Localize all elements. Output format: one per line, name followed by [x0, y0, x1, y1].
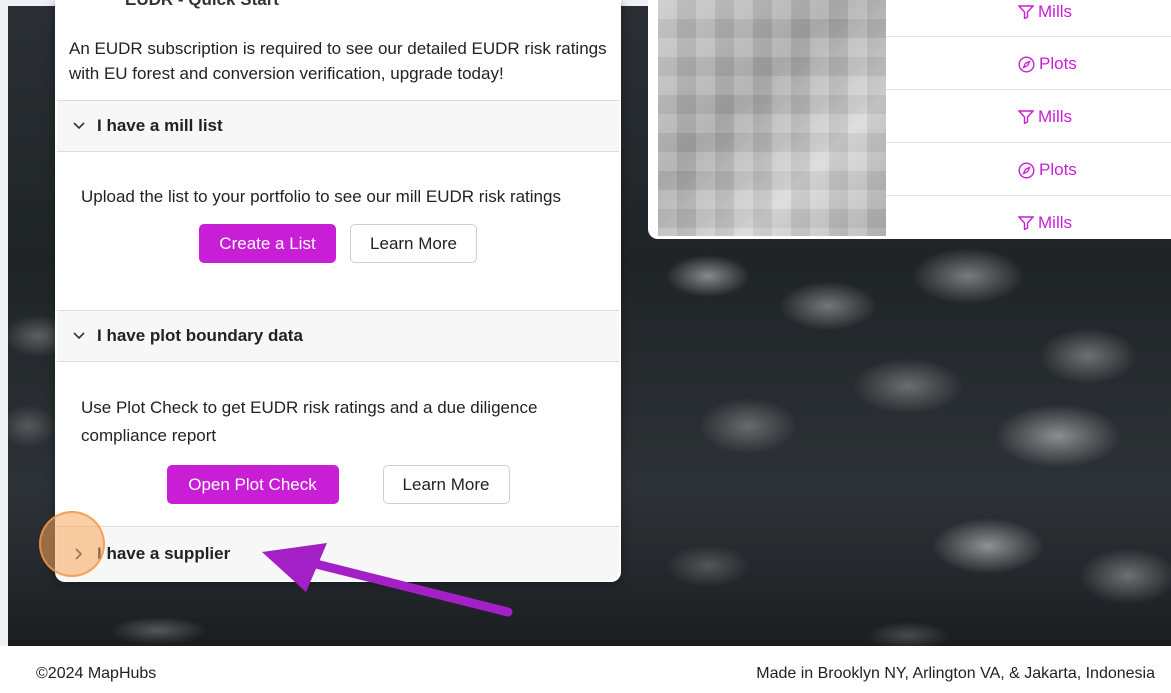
- annotation-arrow-icon: [262, 543, 513, 617]
- copyright: ©2024 MapHubs: [36, 665, 157, 682]
- made-in-note: Made in Brooklyn NY, Arlington VA, & Jak…: [756, 665, 1155, 682]
- footer: ©2024 MapHubs Made in Brooklyn NY, Arlin…: [0, 646, 1171, 693]
